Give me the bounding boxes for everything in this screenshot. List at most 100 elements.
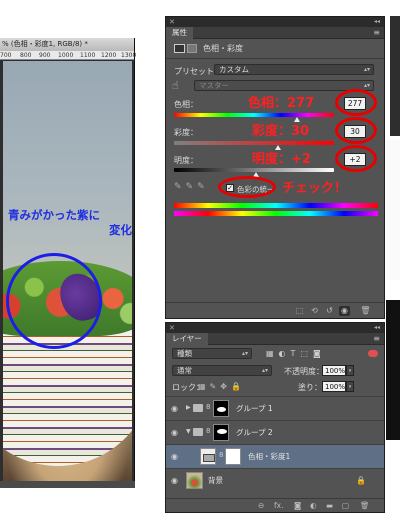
lock-row: ロック： ▦✎✥🔒 塗り： 100% ▾ — [166, 380, 384, 394]
filter-toggle[interactable] — [368, 350, 378, 357]
fill-label: 塗り： — [298, 383, 322, 392]
hand-tool-icon[interactable]: ☝ — [172, 79, 179, 92]
lock-options-icons[interactable]: ▦✎✥🔒 — [198, 382, 245, 391]
saturation-slider[interactable] — [174, 141, 334, 145]
trash-icon[interactable]: 🗑 — [360, 501, 370, 510]
opacity-label: 不透明度： — [284, 367, 324, 376]
layer-mask-thumb[interactable] — [213, 400, 229, 417]
layer-name[interactable]: 背景 — [208, 469, 223, 493]
blue-circle-annotation — [6, 253, 102, 349]
layer-name[interactable]: 色相・彩度1 — [248, 445, 290, 469]
layer-row-group-2[interactable]: ◉ ▼ 8 グループ 2 — [166, 420, 384, 444]
right-edge-canvas — [386, 140, 400, 280]
eye-icon[interactable]: ◉ — [171, 452, 178, 461]
saturation-annotation: 彩度：30 — [252, 124, 310, 139]
layers-panel: ✕ ◂◂ レイヤー ≡ 種類 ▴▾ ▦◐T⬚◙ 通常 ▴▾ 不透明度： 100%… — [165, 322, 385, 513]
close-icon[interactable]: ✕ — [169, 323, 175, 333]
panel-top-bar: ✕ ◂◂ — [166, 323, 384, 333]
chevron-down-icon: ▴▾ — [241, 350, 248, 357]
new-layer-icon[interactable]: ▢ — [342, 501, 349, 510]
panel-top-bar: ✕ ◂◂ — [166, 17, 384, 27]
layer-image-thumb[interactable] — [186, 472, 203, 489]
layer-row-background[interactable]: ◉ 背景 🔒 — [166, 468, 384, 492]
right-edge-dark — [386, 300, 400, 440]
preset-value: カスタム — [219, 65, 249, 74]
blend-mode-select[interactable]: 通常 ▴▾ — [172, 365, 272, 376]
image-canvas[interactable] — [3, 61, 132, 481]
opacity-input[interactable]: 100% — [322, 365, 346, 376]
link-icon: 8 — [206, 403, 211, 411]
blue-annotation-text: 青みがかった紫に 変化 — [8, 208, 138, 238]
layer-row-hue-saturation[interactable]: ◉ 8 色相・彩度1 — [166, 444, 384, 468]
properties-tab-bar: 属性 ≡ — [166, 27, 384, 39]
expand-triangle-icon[interactable]: ▶ — [186, 404, 191, 411]
eye-icon[interactable]: ◉ — [171, 476, 178, 485]
collapse-icon[interactable]: ◂◂ — [374, 17, 380, 27]
ruler-tick: 1200 — [101, 52, 117, 59]
add-mask-icon[interactable]: ◙ — [294, 501, 301, 510]
reset-icon[interactable]: ↺ — [324, 306, 335, 316]
lightness-annotation: 明度：+2 — [252, 152, 311, 167]
saturation-highlight-oval — [335, 117, 377, 144]
trash-icon[interactable]: 🗑 — [360, 306, 371, 316]
layer-name[interactable]: グループ 2 — [236, 421, 273, 445]
layer-name[interactable]: グループ 1 — [236, 397, 273, 421]
chevron-down-icon: ▴▾ — [363, 66, 370, 73]
mask-icon[interactable] — [187, 44, 197, 53]
adjustment-title: 色相・彩度 — [203, 44, 243, 53]
channel-value: マスター — [199, 81, 229, 90]
adjustment-icon — [174, 44, 185, 53]
hue-highlight-oval — [335, 89, 377, 116]
eye-icon[interactable]: ◉ — [171, 428, 178, 437]
hue-slider[interactable] — [174, 113, 334, 117]
ruler-tick: 800 — [20, 52, 32, 59]
layer-filter-row: 種類 ▴▾ ▦◐T⬚◙ — [166, 347, 384, 361]
layers-footer: ⊖ fx. ◙ ◐ ▬ ▢ 🗑 — [166, 498, 384, 512]
document-title[interactable]: % (色相・彩度1, RGB/8) * — [0, 38, 134, 51]
adjustment-header: 色相・彩度 — [166, 39, 384, 59]
collapse-triangle-icon[interactable]: ▼ — [186, 428, 191, 435]
ruler-tick: 900 — [39, 52, 51, 59]
filter-kind-select[interactable]: 種類 ▴▾ — [172, 348, 252, 359]
fill-input[interactable]: 100% — [322, 381, 346, 392]
chevron-down-icon: ▴▾ — [261, 367, 268, 374]
opacity-dropdown-icon[interactable]: ▾ — [346, 365, 354, 376]
link-icon: 8 — [206, 427, 211, 435]
link-layers-icon[interactable]: ⊖ — [258, 501, 264, 510]
link-icon: 8 — [219, 451, 224, 459]
clip-to-layer-icon[interactable]: ⬚ — [294, 306, 305, 316]
tab-properties[interactable]: 属性 — [166, 27, 193, 39]
ruler-tick: 1100 — [80, 52, 96, 59]
layer-row-group-1[interactable]: ◉ ▶ 8 グループ 1 — [166, 396, 384, 420]
new-adjustment-icon[interactable]: ◐ — [310, 501, 317, 510]
preset-select[interactable]: カスタム ▴▾ — [214, 64, 374, 75]
ruler-tick: 700 — [0, 52, 12, 59]
lock-icon[interactable]: 🔒 — [356, 476, 366, 485]
filter-kind-value: 種類 — [177, 349, 192, 358]
new-group-icon[interactable]: ▬ — [326, 501, 333, 510]
right-edge-panel — [390, 16, 400, 136]
lightness-highlight-oval — [335, 145, 377, 172]
annotation-line-2: 変化 — [109, 223, 132, 237]
panel-menu-icon[interactable]: ≡ — [373, 333, 380, 345]
layer-mask-thumb[interactable] — [213, 424, 229, 441]
layer-style-icon[interactable]: fx. — [274, 501, 283, 510]
visibility-icon[interactable]: ◉ — [339, 306, 350, 316]
collapse-icon[interactable]: ◂◂ — [374, 323, 380, 333]
panel-menu-icon[interactable]: ≡ — [373, 27, 380, 39]
hue-label: 色相： — [174, 100, 198, 109]
ruler-tick: 1300 — [121, 52, 137, 59]
fill-dropdown-icon[interactable]: ▾ — [346, 381, 354, 392]
adjustment-layer-thumb[interactable] — [200, 448, 216, 465]
document-window: % (色相・彩度1, RGB/8) * 700 800 900 1000 110… — [0, 38, 138, 488]
layer-mask-thumb[interactable] — [225, 448, 241, 465]
color-bar-top — [174, 203, 378, 208]
eye-icon[interactable]: ◉ — [171, 404, 178, 413]
close-icon[interactable]: ✕ — [169, 17, 175, 27]
view-previous-icon[interactable]: ⟲ — [309, 306, 320, 316]
folder-icon — [193, 404, 203, 412]
filter-icons[interactable]: ▦◐T⬚◙ — [266, 349, 326, 358]
eyedropper-tools-icon[interactable]: ✎✎✎ — [174, 182, 209, 192]
tab-layers[interactable]: レイヤー — [166, 333, 208, 345]
hue-annotation: 色相：277 — [248, 96, 315, 111]
